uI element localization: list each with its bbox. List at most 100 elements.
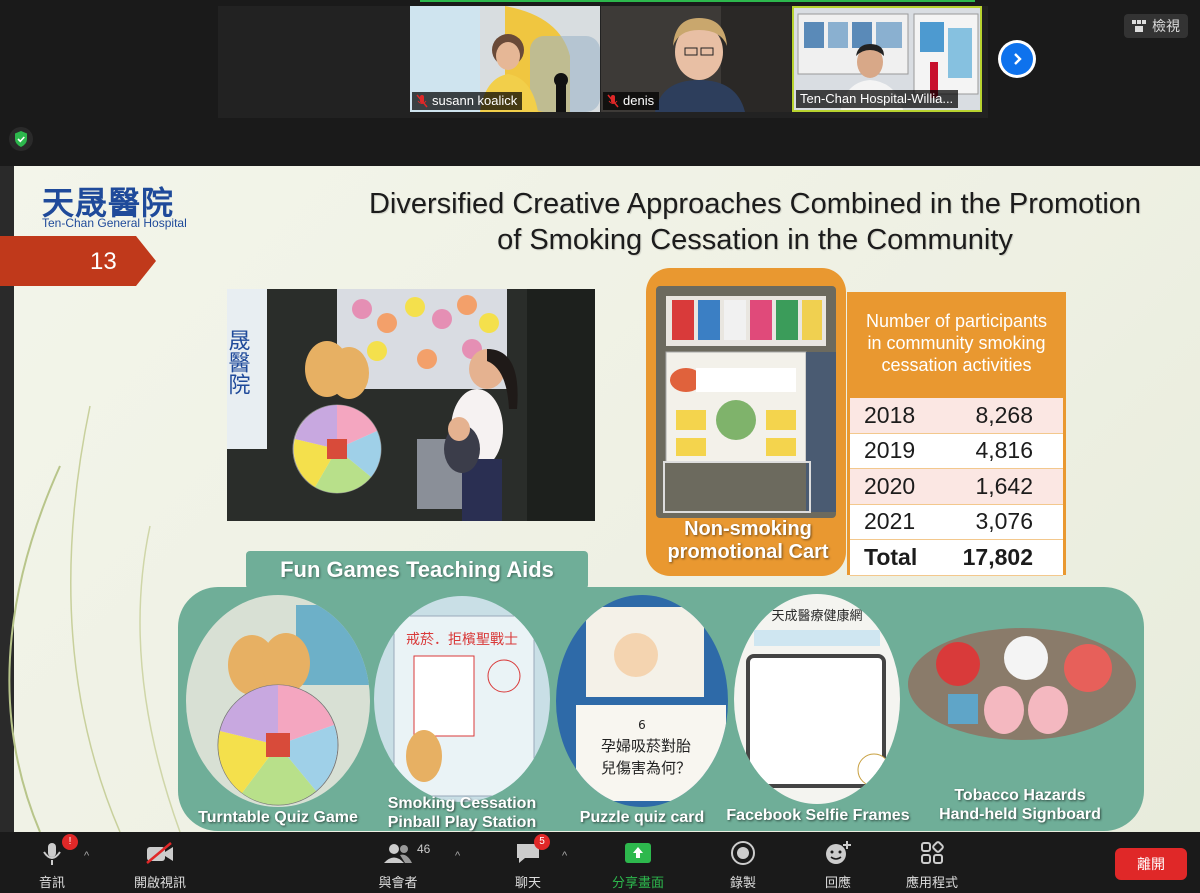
quiz-line-2: 兒傷害為何？ xyxy=(601,759,691,777)
stats-value: 4,816 xyxy=(975,437,1033,464)
stats-value: 8,268 xyxy=(975,401,1033,428)
view-label: 檢視 xyxy=(1152,18,1180,34)
community-event-photo: 晟醫院 xyxy=(227,289,595,521)
stats-header: Number of participants in community smok… xyxy=(847,310,1066,376)
video-tile-participant-3[interactable]: Ten-Chan Hospital-Willia... xyxy=(792,6,982,112)
muted-mic-icon xyxy=(416,94,428,108)
cart-caption-line-2: promotional Cart xyxy=(667,541,829,563)
game-caption-5: Tobacco Hazards Hand-held Signboard xyxy=(918,786,1122,824)
participants-icon xyxy=(384,844,412,863)
stats-total-value: 17,802 xyxy=(962,543,1033,570)
audio-warning-badge: ! xyxy=(62,834,78,850)
chat-label: 聊天 xyxy=(514,875,541,890)
record-button[interactable]: 錄製 xyxy=(703,838,783,891)
selfie-frame-photo: 天成醫療健康網 xyxy=(734,594,900,804)
audio-button[interactable]: ! 音訊 xyxy=(12,834,92,891)
cart-caption-line-1: Non-smoking xyxy=(684,518,812,540)
game-caption-line: Pinball Play Station xyxy=(387,814,537,831)
stats-row: 2020 1,642 xyxy=(850,469,1063,505)
selfie-title: 天成醫療健康網 xyxy=(771,608,862,624)
participants-button[interactable]: 46 與會者 xyxy=(358,838,438,891)
chat-unread-badge: 5 xyxy=(534,834,550,850)
participants-count: 46 xyxy=(417,842,431,856)
stats-total-label: Total xyxy=(864,543,918,570)
pinball-station-photo: 戒菸．拒檳聖戰士 xyxy=(374,596,550,802)
slide-title-line-2: of Smoking Cessation in the Community xyxy=(497,224,1013,256)
hospital-wall-sign: 晟醫院 xyxy=(227,329,251,395)
video-tile-participant-1[interactable]: susann koalick xyxy=(410,6,600,112)
stats-row: 2019 4,816 xyxy=(850,433,1063,469)
stats-value: 3,076 xyxy=(975,508,1033,535)
apps-icon xyxy=(921,841,944,864)
participant-name: denis xyxy=(623,93,655,108)
video-gallery-strip: susann koalick denis Ten-Chan Hospital-W… xyxy=(0,0,1200,166)
video-off-icon xyxy=(146,842,173,864)
share-screen-label: 分享畫面 xyxy=(611,875,664,890)
slide-title-line-1: Diversified Creative Approaches Combined… xyxy=(368,188,1142,220)
stats-total-row: Total 17,802 xyxy=(850,540,1063,576)
video-label: 開啟視訊 xyxy=(133,875,186,890)
reactions-button[interactable]: 回應 xyxy=(798,838,878,891)
game-caption-line: Smoking Cessation xyxy=(387,795,537,812)
signboard-photo xyxy=(908,628,1136,740)
stats-value: 1,642 xyxy=(975,472,1033,499)
game-caption-line: Tobacco Hazards xyxy=(954,787,1086,804)
participant-name: susann koalick xyxy=(432,93,518,108)
stats-row: 2018 8,268 xyxy=(850,398,1063,434)
game-caption-4: Facebook Selfie Frames xyxy=(716,806,920,825)
slide-title: Diversified Creative Approaches Combined… xyxy=(330,186,1180,258)
record-icon xyxy=(731,841,755,865)
pinball-title: 戒菸．拒檳聖戰士 xyxy=(406,632,518,648)
chat-options-caret[interactable]: ^ xyxy=(562,850,567,862)
reactions-label: 回應 xyxy=(824,875,851,890)
audio-options-caret[interactable]: ^ xyxy=(84,850,89,862)
stats-header-line-1: Number of participants xyxy=(865,311,1048,331)
puzzle-quiz-card-photo: 6 孕婦吸菸對胎 兒傷害為何？ xyxy=(556,595,728,807)
game-caption-line: Facebook Selfie Frames xyxy=(726,807,910,824)
audio-label: 音訊 xyxy=(38,875,65,890)
chat-button[interactable]: 5 聊天 xyxy=(488,834,568,891)
participant-name: Ten-Chan Hospital-Willia... xyxy=(800,91,954,106)
participant-name-tag: Ten-Chan Hospital-Willia... xyxy=(796,90,959,108)
game-caption-2: Smoking Cessation Pinball Play Station xyxy=(374,794,550,832)
stats-table: 2018 8,268 2019 4,816 2020 1,642 2021 3,… xyxy=(850,398,1063,576)
participant-name-tag: denis xyxy=(603,92,660,110)
hospital-logo-english: Ten-Chan General Hospital xyxy=(42,216,187,230)
share-screen-icon xyxy=(625,843,651,863)
record-label: 錄製 xyxy=(729,875,756,890)
game-caption-3: Puzzle quiz card xyxy=(556,808,728,827)
turntable-quiz-photo xyxy=(186,595,370,807)
quiz-number: 6 xyxy=(638,718,646,732)
security-shield-icon[interactable] xyxy=(8,126,34,152)
view-toggle-button[interactable]: 檢視 xyxy=(1124,14,1188,38)
meeting-toolbar: ! 音訊 ^ 開啟視訊 46 與會者 ^ 5 聊天 ^ 分享畫面 錄製 回應 應… xyxy=(0,832,1200,893)
leave-meeting-button[interactable]: 離開 xyxy=(1115,848,1187,880)
stats-year: 2019 xyxy=(864,437,916,464)
game-caption-line: Turntable Quiz Game xyxy=(198,809,358,826)
games-section-label: Fun Games Teaching Aids xyxy=(246,551,588,589)
participant-name-tag: susann koalick xyxy=(412,92,523,110)
muted-mic-icon xyxy=(607,94,619,108)
non-smoking-cart-photo xyxy=(656,286,836,518)
stats-header-line-2: in community smoking xyxy=(867,333,1046,353)
microphone-icon xyxy=(43,843,61,865)
game-caption-line: Hand-held Signboard xyxy=(939,806,1101,823)
stats-year: 2021 xyxy=(864,508,916,535)
game-caption-line: Puzzle quiz card xyxy=(579,809,705,826)
stats-row: 2021 3,076 xyxy=(850,504,1063,540)
video-button[interactable]: 開啟視訊 xyxy=(120,838,200,891)
apps-button[interactable]: 應用程式 xyxy=(892,838,972,891)
stats-year: 2018 xyxy=(864,401,916,428)
participants-stats-panel: Number of participants in community smok… xyxy=(847,292,1066,576)
share-screen-button[interactable]: 分享畫面 xyxy=(598,838,678,891)
chevron-right-icon xyxy=(1001,43,1033,75)
emoji-add-icon xyxy=(826,841,851,864)
apps-label: 應用程式 xyxy=(905,875,958,890)
participants-options-caret[interactable]: ^ xyxy=(455,850,460,862)
next-page-button[interactable] xyxy=(998,40,1036,78)
zoom-meeting-window: susann koalick denis Ten-Chan Hospital-W… xyxy=(0,0,1200,893)
stats-year: 2020 xyxy=(864,472,916,499)
stats-header-line-3: cessation activities xyxy=(881,355,1032,375)
page-number: 13 xyxy=(90,248,117,275)
video-tile-participant-2[interactable]: denis xyxy=(601,6,791,112)
